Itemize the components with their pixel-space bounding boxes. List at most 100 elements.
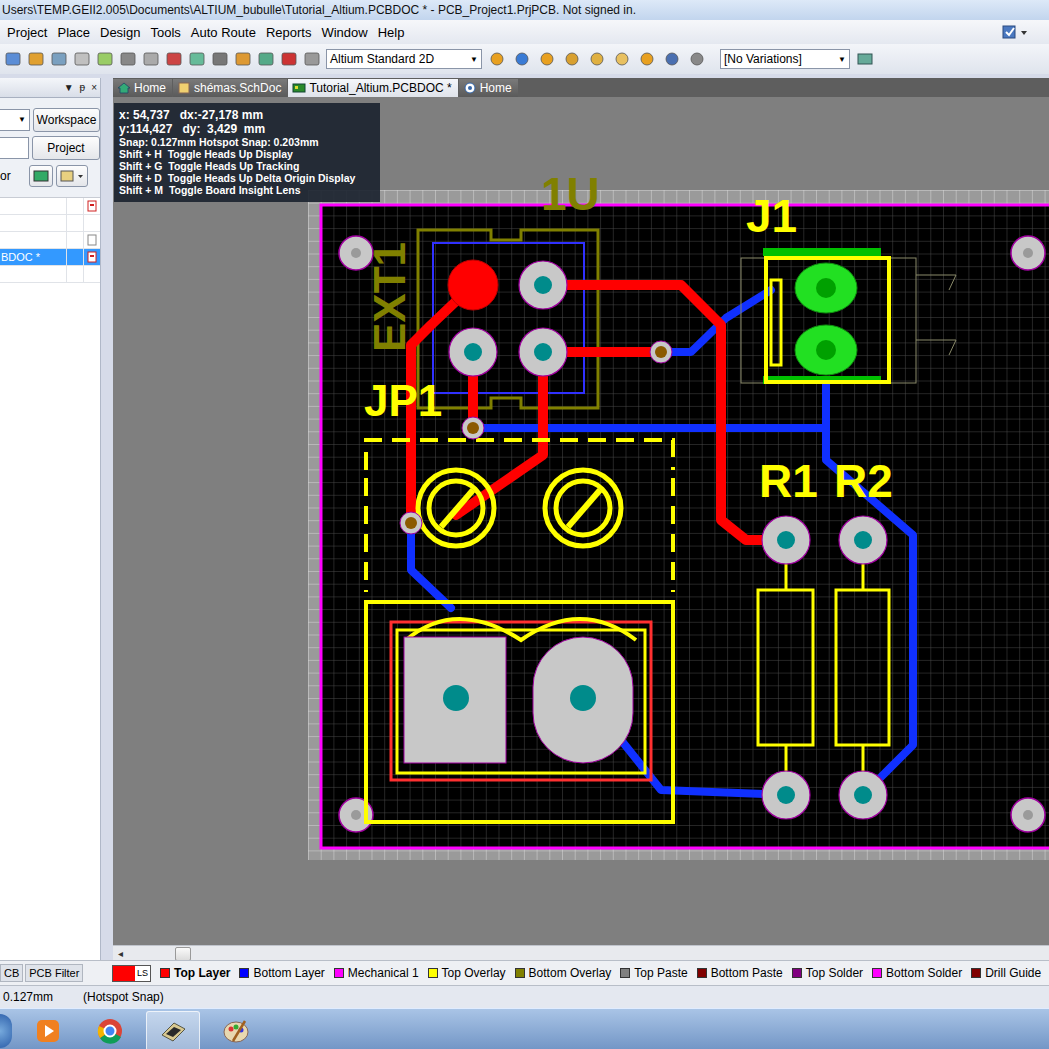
tool-icon[interactable] bbox=[119, 50, 137, 68]
place-tool-icon[interactable] bbox=[612, 50, 632, 68]
through-hole-pad[interactable] bbox=[519, 328, 567, 376]
layer-tab[interactable]: Mechanical 1 bbox=[334, 966, 419, 980]
place-tool-icon[interactable] bbox=[587, 50, 607, 68]
taskbar-button[interactable] bbox=[22, 1012, 74, 1049]
tool-icon[interactable] bbox=[303, 50, 321, 68]
workspace-button[interactable]: Workspace bbox=[33, 108, 100, 132]
designator-label[interactable]: J1 bbox=[746, 190, 797, 242]
view-config-select[interactable]: Altium Standard 2D▼ bbox=[326, 49, 482, 69]
jp1-footprint[interactable] bbox=[366, 440, 673, 592]
menu-item[interactable]: Reports bbox=[263, 25, 319, 40]
files-button[interactable] bbox=[29, 165, 53, 187]
via[interactable] bbox=[462, 417, 484, 439]
variations-select[interactable]: [No Variations]▼ bbox=[720, 49, 850, 69]
menu-item[interactable]: Window bbox=[318, 25, 374, 40]
menu-item[interactable]: Design bbox=[97, 25, 147, 40]
designator-label[interactable]: EXT1 bbox=[365, 242, 414, 352]
taskbar-button[interactable] bbox=[84, 1012, 136, 1049]
designator-label[interactable]: R1 bbox=[759, 455, 818, 507]
via[interactable] bbox=[400, 512, 422, 534]
menu-item[interactable]: Project bbox=[4, 25, 54, 40]
place-tool-icon[interactable] bbox=[637, 50, 657, 68]
panel-splitter[interactable] bbox=[100, 78, 113, 960]
signin-icon[interactable] bbox=[1001, 23, 1031, 41]
tool-icon[interactable] bbox=[27, 50, 45, 68]
layer-tab[interactable]: Top Layer bbox=[160, 966, 230, 980]
through-hole-pad[interactable] bbox=[839, 771, 887, 819]
layer-tab[interactable]: Bottom Solder bbox=[872, 966, 962, 980]
tool-icon[interactable] bbox=[165, 50, 183, 68]
layer-tab[interactable]: Bottom Overlay bbox=[515, 966, 612, 980]
place-tool-icon[interactable] bbox=[687, 50, 707, 68]
horizontal-scrollbar[interactable]: ◂ bbox=[113, 945, 1049, 961]
panel-control[interactable]: ▼ bbox=[64, 82, 74, 93]
document-tab[interactable]: Home bbox=[459, 79, 518, 97]
project-button[interactable]: Project bbox=[32, 136, 100, 160]
j1-footprint[interactable] bbox=[741, 248, 956, 384]
top-trace[interactable] bbox=[543, 285, 786, 540]
menu-item[interactable]: Auto Route bbox=[188, 25, 263, 40]
through-hole-pad[interactable] bbox=[839, 516, 887, 564]
tool-icon[interactable] bbox=[4, 50, 22, 68]
tool-icon[interactable] bbox=[234, 50, 252, 68]
scroll-left-button[interactable]: ◂ bbox=[113, 948, 127, 959]
taskbar-button[interactable] bbox=[146, 1011, 200, 1049]
bottom-trace[interactable] bbox=[826, 380, 913, 795]
place-tool-icon[interactable] bbox=[512, 50, 532, 68]
tool-icon[interactable] bbox=[188, 50, 206, 68]
taskbar-button[interactable] bbox=[210, 1012, 262, 1049]
layer-tab[interactable]: Top Overlay bbox=[428, 966, 506, 980]
designator-label[interactable]: 1U bbox=[541, 168, 600, 220]
designator-label[interactable]: R2 bbox=[834, 455, 893, 507]
mounting-hole[interactable] bbox=[1011, 798, 1045, 832]
layer-tab[interactable]: Drill Guide bbox=[971, 966, 1041, 980]
document-tab[interactable]: Tutorial_Altium.PCBDOC * bbox=[288, 79, 457, 97]
through-hole-pad[interactable] bbox=[762, 771, 810, 819]
file-row[interactable] bbox=[0, 198, 100, 215]
start-button[interactable] bbox=[0, 1014, 12, 1048]
edit-button[interactable] bbox=[56, 165, 88, 187]
place-tool-icon[interactable] bbox=[487, 50, 507, 68]
layer-tab[interactable]: Top Paste bbox=[620, 966, 687, 980]
designator-label[interactable]: JP1 bbox=[364, 376, 442, 425]
layer-tab[interactable]: Top Solder bbox=[792, 966, 863, 980]
variants-icon[interactable] bbox=[855, 50, 875, 68]
tool-icon[interactable] bbox=[211, 50, 229, 68]
mounting-hole[interactable] bbox=[1011, 236, 1045, 270]
place-tool-icon[interactable] bbox=[662, 50, 682, 68]
document-tab[interactable]: Home bbox=[113, 79, 172, 97]
through-hole-pad[interactable] bbox=[449, 328, 497, 376]
menu-item[interactable]: Place bbox=[54, 25, 97, 40]
scroll-thumb[interactable] bbox=[175, 947, 191, 961]
panel-tab[interactable]: PCB Filter bbox=[25, 964, 83, 982]
workspace-select[interactable]: ▼ bbox=[0, 109, 30, 131]
file-row[interactable] bbox=[0, 266, 100, 283]
tool-icon[interactable] bbox=[257, 50, 275, 68]
project-field[interactable] bbox=[0, 137, 29, 159]
tool-icon[interactable] bbox=[142, 50, 160, 68]
menu-item[interactable]: Help bbox=[375, 25, 412, 40]
place-tool-icon[interactable] bbox=[537, 50, 557, 68]
through-hole-pad[interactable] bbox=[519, 261, 567, 309]
tool-icon[interactable] bbox=[73, 50, 91, 68]
panel-control[interactable]: ᵽ bbox=[80, 82, 86, 93]
resistor-footprints[interactable] bbox=[758, 564, 889, 771]
place-tool-icon[interactable] bbox=[562, 50, 582, 68]
through-hole-pad[interactable] bbox=[762, 516, 810, 564]
tool-icon[interactable] bbox=[280, 50, 298, 68]
document-tab[interactable]: shémas.SchDoc bbox=[173, 79, 287, 97]
menu-item[interactable]: Tools bbox=[147, 25, 187, 40]
pin1-pad[interactable] bbox=[448, 260, 498, 310]
layer-tab[interactable]: Bottom Layer bbox=[239, 966, 324, 980]
file-row[interactable]: BDOC * bbox=[0, 249, 100, 266]
file-row[interactable] bbox=[0, 215, 100, 232]
tool-icon[interactable] bbox=[50, 50, 68, 68]
current-layer-swatch[interactable]: LS bbox=[112, 965, 151, 982]
panel-tab[interactable]: CB bbox=[0, 964, 23, 982]
connector-footprint[interactable] bbox=[366, 602, 673, 822]
layer-tab[interactable]: Bottom Paste bbox=[697, 966, 783, 980]
bottom-trace[interactable] bbox=[473, 424, 826, 432]
tool-icon[interactable] bbox=[96, 50, 114, 68]
file-row[interactable] bbox=[0, 232, 100, 249]
pcb-board[interactable]: 1U EXT1 J1 JP1 R1 R2 bbox=[113, 97, 1049, 945]
